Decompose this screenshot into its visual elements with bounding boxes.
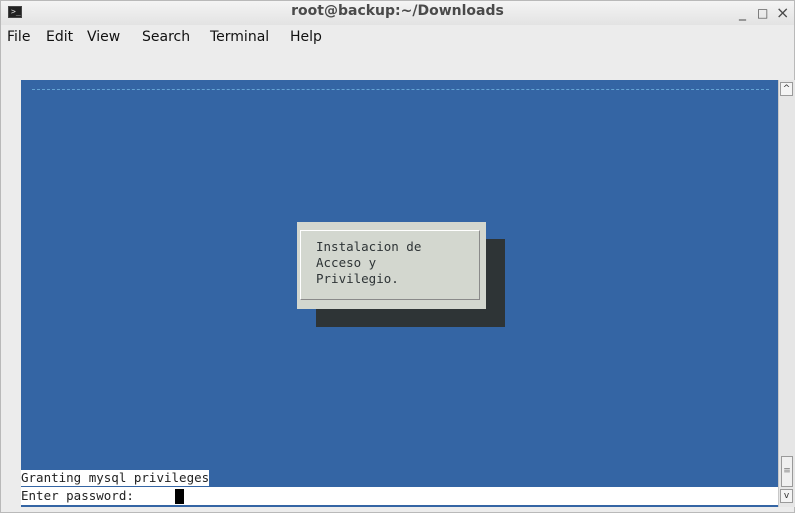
window-title: root@backup:~/Downloads — [291, 3, 504, 19]
dialog-message: Instalacion de Acceso y Privilegio. — [316, 239, 422, 286]
terminal-window: >_ root@backup:~/Downloads _ □ × File Ed… — [0, 0, 795, 513]
vertical-scrollbar[interactable]: ^ ≡ v — [778, 80, 795, 507]
minimize-button[interactable]: _ — [739, 3, 746, 23]
title-bar[interactable]: >_ root@backup:~/Downloads _ □ × — [1, 1, 794, 25]
password-prompt-row[interactable]: Enter password: — [21, 487, 778, 505]
menu-search[interactable]: Search — [142, 29, 190, 45]
dialog-backtitle-line — [32, 89, 769, 90]
menu-bar: File Edit View Search Terminal Help — [1, 25, 794, 51]
password-prompt: Enter password: — [21, 488, 142, 503]
scroll-thumb[interactable]: ≡ — [781, 456, 793, 487]
menu-view[interactable]: View — [87, 29, 120, 45]
status-line: Granting mysql privileges — [21, 470, 210, 486]
terminal-screen[interactable]: Instalacion de Acceso y Privilegio. — [21, 80, 778, 507]
close-button[interactable]: × — [776, 3, 789, 23]
maximize-button[interactable]: □ — [757, 3, 768, 23]
scroll-down-arrow-icon[interactable]: v — [780, 489, 793, 503]
menu-help[interactable]: Help — [290, 29, 322, 45]
menu-file[interactable]: File — [7, 29, 30, 45]
menu-edit[interactable]: Edit — [46, 29, 73, 45]
text-cursor — [175, 489, 184, 504]
menu-terminal[interactable]: Terminal — [210, 29, 269, 45]
info-dialog: Instalacion de Acceso y Privilegio. — [297, 222, 486, 309]
scroll-up-arrow-icon[interactable]: ^ — [780, 82, 793, 96]
